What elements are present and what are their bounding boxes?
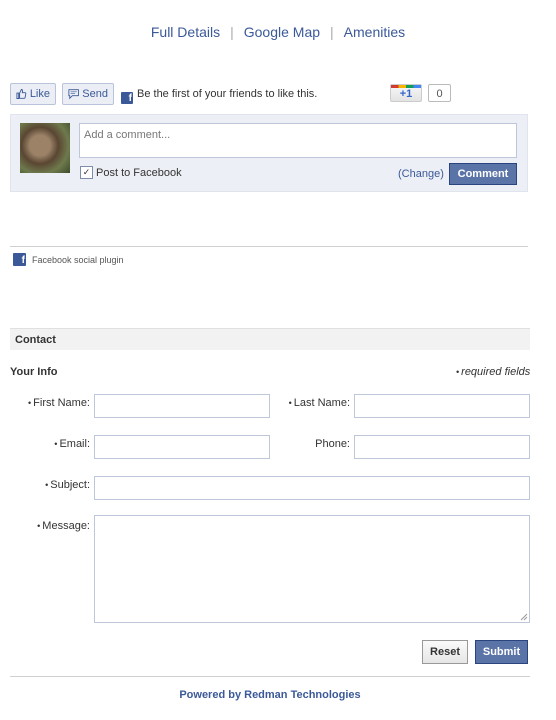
like-button[interactable]: Like [10,83,56,105]
nav-google-map[interactable]: Google Map [244,24,320,40]
your-info-heading: Your Info [10,366,58,378]
required-bullet: • [45,480,49,491]
like-label: Like [29,88,50,100]
message-label: • Message: [20,520,90,532]
post-to-facebook-row: ✓ Post to Facebook [80,166,182,179]
subject-label-text: Subject: [50,479,90,491]
send-button[interactable]: Send [62,83,114,105]
required-bullet: • [456,367,460,378]
last-name-label: • Last Name: [280,397,350,409]
email-field[interactable] [94,435,270,459]
contact-section-header: Contact [10,328,530,350]
subject-label: • Subject: [20,479,90,491]
post-to-facebook-label: Post to Facebook [96,166,182,179]
plusone-count: 0 [428,84,451,102]
post-to-facebook-checkbox[interactable]: ✓ [80,166,93,179]
top-nav: Full Details | Google Map | Amenities [0,24,556,40]
required-fields-text: required fields [461,366,531,378]
first-name-label-text: First Name: [33,397,90,409]
first-name-label: • First Name: [20,397,90,409]
last-name-field[interactable] [354,394,530,418]
required-bullet: • [28,398,32,409]
phone-label: Phone: [315,438,350,450]
required-bullet: • [288,398,292,409]
google-plusone-button[interactable]: +1 [390,84,422,102]
subject-field[interactable] [94,476,530,500]
comment-input[interactable]: Add a comment... [79,123,517,158]
nav-separator: | [230,24,234,40]
required-bullet: • [37,521,41,532]
submit-button[interactable]: Submit [475,640,528,664]
send-label: Send [82,88,108,100]
facebook-social-plugin[interactable]: f Facebook social plugin [13,253,124,266]
divider [10,246,528,247]
phone-field[interactable] [354,435,530,459]
last-name-label-text: Last Name: [293,397,350,409]
email-label: • Email: [20,438,90,450]
facebook-logo-icon: f [121,88,133,106]
speech-bubble-icon [68,89,79,100]
google-color-stripe [391,85,421,88]
like-social-text: Be the first of your friends to like thi… [137,88,318,100]
nav-amenities[interactable]: Amenities [344,24,405,40]
plusone-label: +1 [399,88,413,100]
thumbs-up-icon [16,89,27,99]
required-bullet: • [54,439,58,450]
first-name-field[interactable] [94,394,270,418]
message-textarea[interactable] [94,515,530,623]
avatar [20,123,70,173]
nav-separator: | [330,24,334,40]
email-label-text: Email: [59,438,90,450]
nav-full-details[interactable]: Full Details [151,24,220,40]
facebook-logo-icon: f [13,253,26,266]
resize-handle-icon[interactable] [520,613,528,621]
comment-button[interactable]: Comment [449,163,517,185]
divider [10,676,530,677]
required-fields-note: • required fields [456,366,530,378]
change-link[interactable]: (Change) [398,168,444,180]
reset-button[interactable]: Reset [422,640,468,664]
plugin-label: Facebook social plugin [32,254,124,265]
powered-by-link[interactable]: Powered by Redman Technologies [0,689,540,701]
message-label-text: Message: [42,520,90,532]
